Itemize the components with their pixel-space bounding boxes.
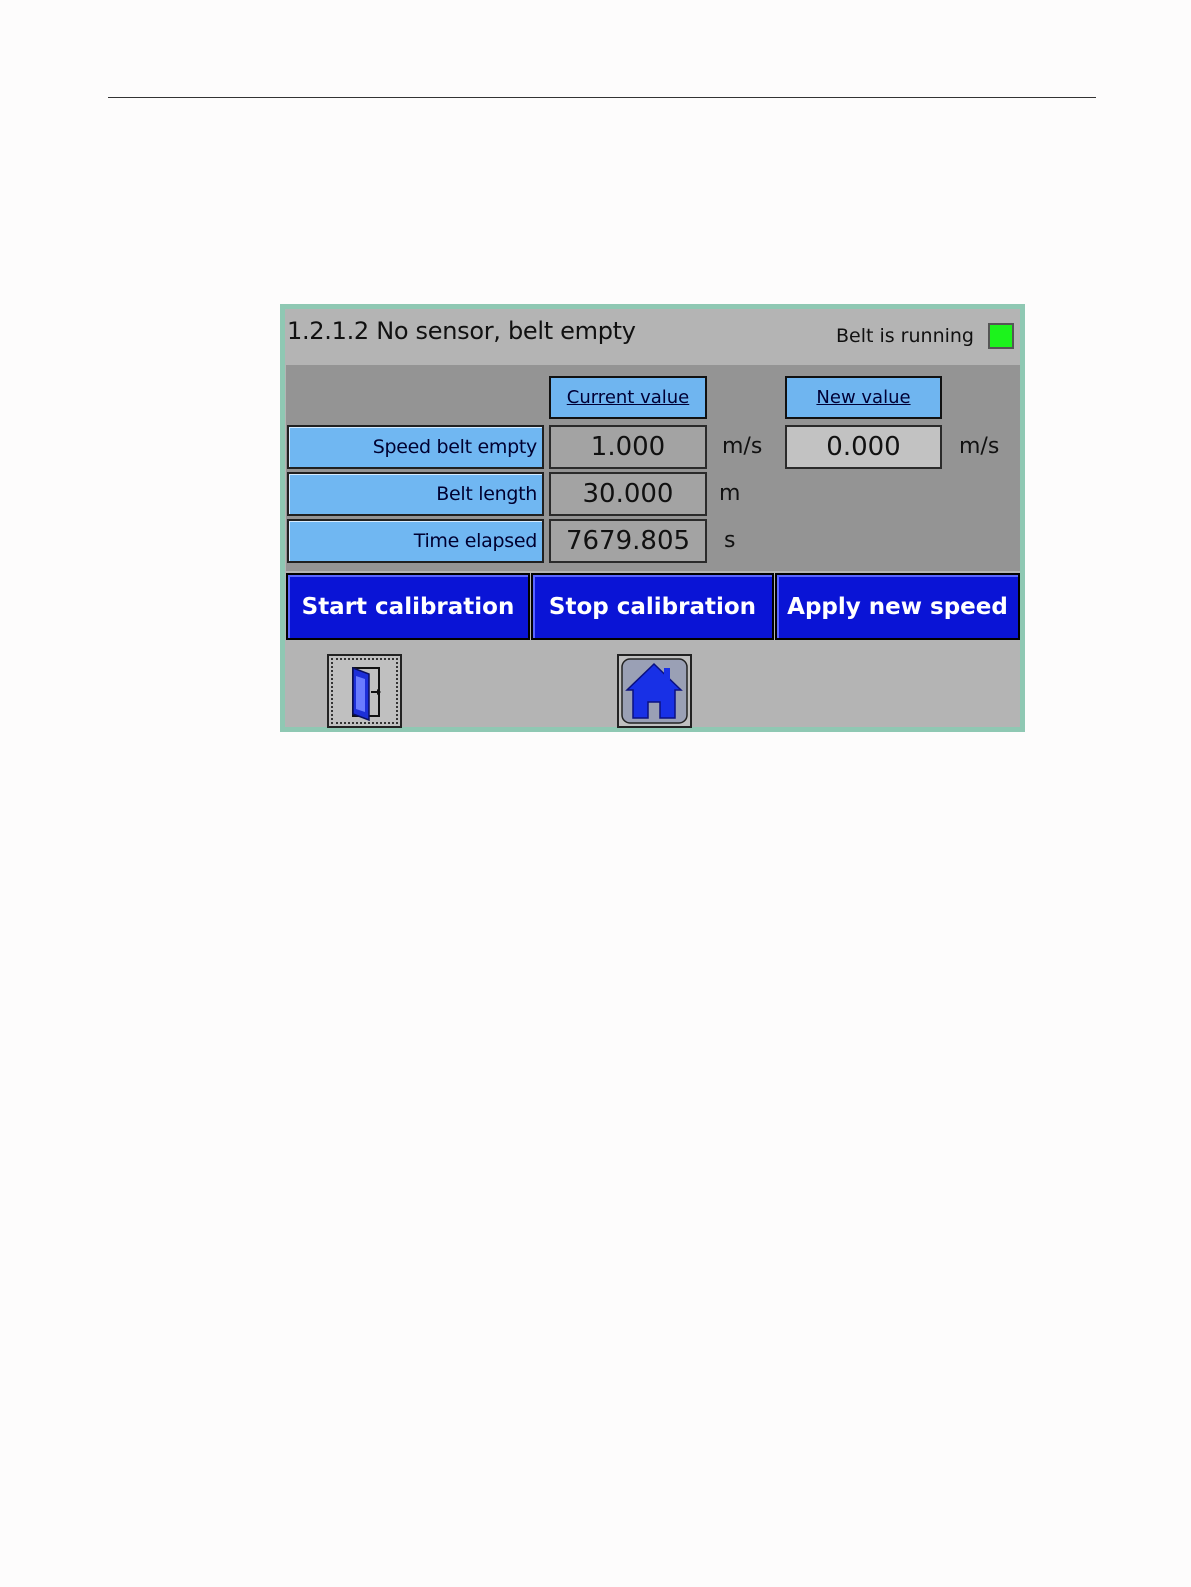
speed-unit: m/s	[722, 434, 763, 459]
hmi-screen: 1.2.1.2 No sensor, belt empty Belt is ru…	[280, 304, 1025, 732]
new-value-header[interactable]: New value	[785, 376, 942, 419]
title-bar: 1.2.1.2 No sensor, belt empty Belt is ru…	[285, 309, 1020, 364]
time-elapsed-current: 7679.805	[549, 519, 707, 563]
belt-status-indicator	[988, 323, 1014, 349]
exit-button[interactable]	[327, 654, 402, 728]
apply-new-speed-button[interactable]: Apply new speed	[775, 573, 1020, 640]
belt-length-current: 30.000	[549, 472, 707, 516]
hmi-screen-inner: 1.2.1.2 No sensor, belt empty Belt is ru…	[285, 309, 1020, 728]
page-header-rule	[108, 97, 1096, 98]
belt-length-unit: m	[719, 481, 741, 506]
belt-status-label: Belt is running	[835, 325, 974, 347]
row-label-time-elapsed: Time elapsed	[287, 519, 544, 563]
row-label-belt-length: Belt length	[287, 472, 544, 516]
screen-title: 1.2.1.2 No sensor, belt empty	[287, 317, 636, 345]
home-button[interactable]	[617, 654, 692, 728]
row-label-speed-belt-empty: Speed belt empty	[287, 425, 544, 469]
exit-door-icon	[352, 666, 381, 722]
home-icon	[621, 658, 688, 724]
new-speed-unit: m/s	[959, 434, 1000, 459]
current-value-header[interactable]: Current value	[549, 376, 707, 419]
start-calibration-button[interactable]: Start calibration	[286, 573, 530, 640]
speed-belt-empty-new-input[interactable]: 0.000	[785, 425, 942, 469]
calibration-panel: Current value New value Speed belt empty…	[286, 365, 1020, 571]
stop-calibration-button[interactable]: Stop calibration	[531, 573, 774, 640]
time-unit: s	[724, 528, 736, 553]
speed-belt-empty-current: 1.000	[549, 425, 707, 469]
